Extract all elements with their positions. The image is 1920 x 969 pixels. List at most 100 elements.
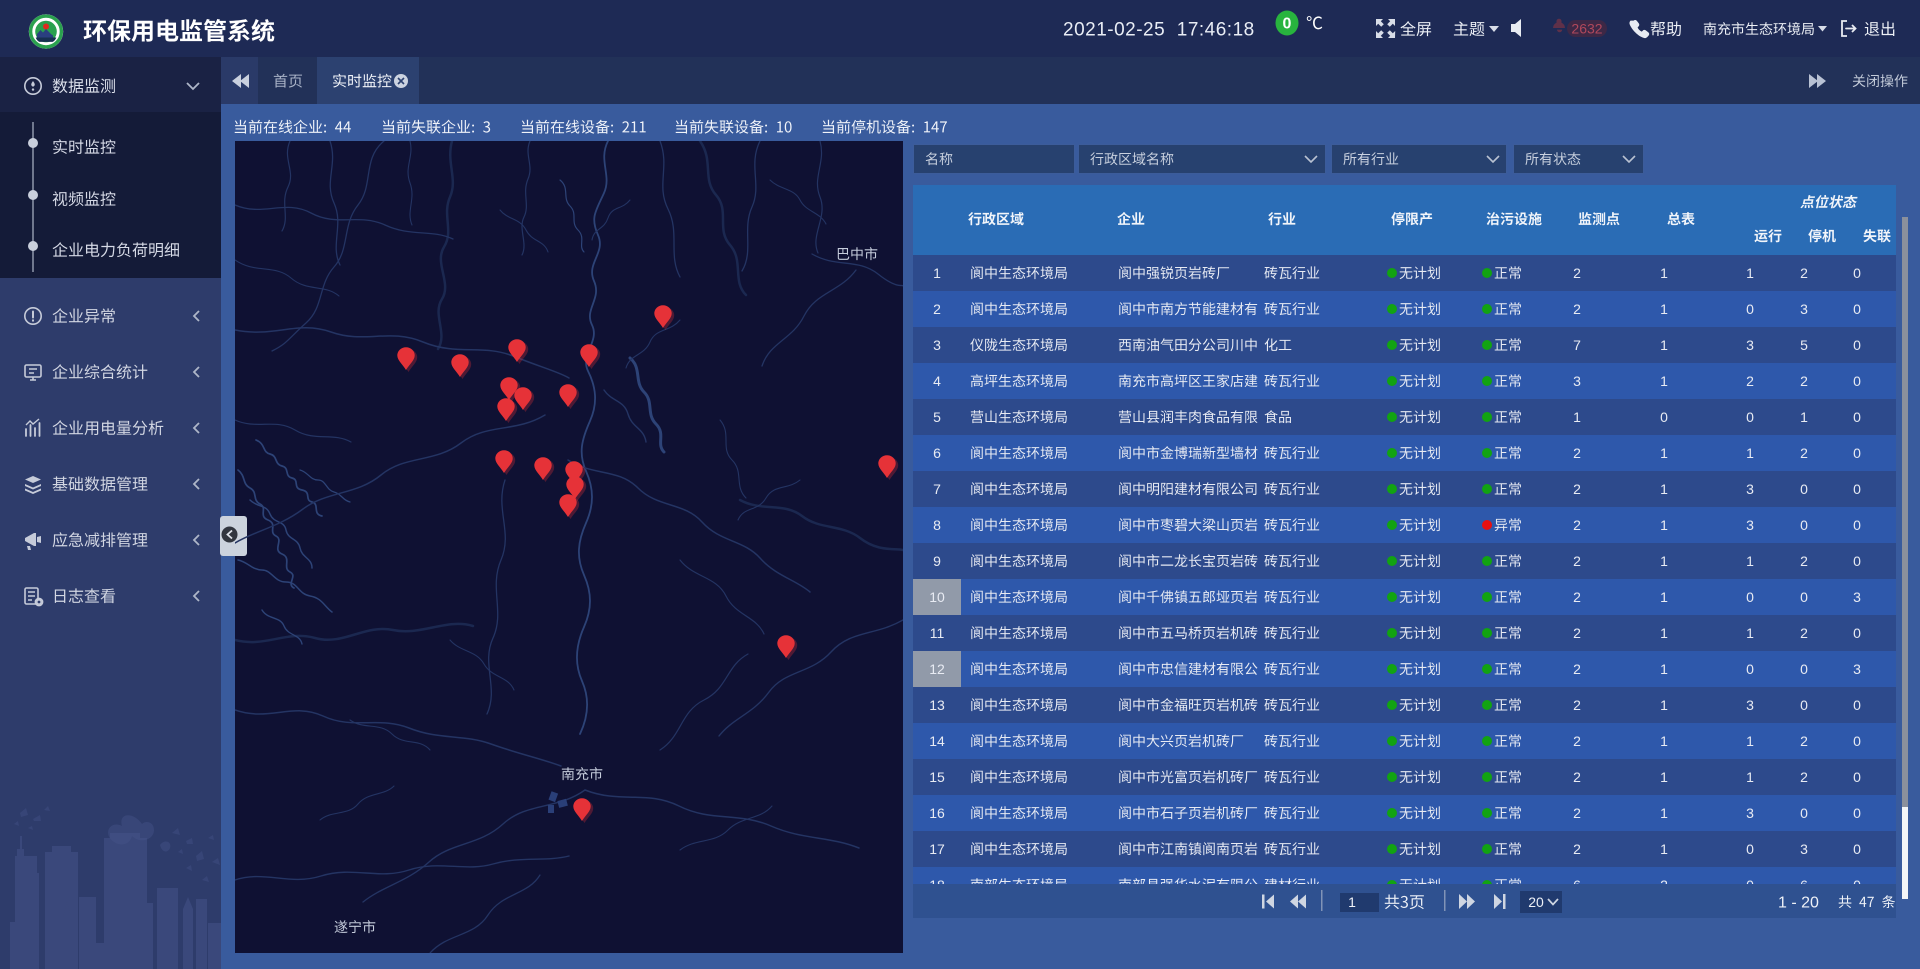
svg-text:1: 1 xyxy=(1660,805,1668,821)
svg-text:0: 0 xyxy=(1746,301,1754,317)
svg-text:1: 1 xyxy=(1746,625,1754,641)
svg-text:3: 3 xyxy=(1746,337,1754,353)
svg-text:0: 0 xyxy=(1853,373,1861,389)
svg-text:0: 0 xyxy=(1800,805,1808,821)
svg-text:2: 2 xyxy=(1573,625,1581,641)
svg-text:0: 0 xyxy=(1853,625,1861,641)
svg-text:1: 1 xyxy=(1746,553,1754,569)
svg-text:2: 2 xyxy=(1573,517,1581,533)
svg-text:2: 2 xyxy=(1573,769,1581,785)
svg-text:1: 1 xyxy=(1660,481,1668,497)
svg-text:16: 16 xyxy=(929,805,945,821)
svg-text:0: 0 xyxy=(1853,481,1861,497)
svg-text:2: 2 xyxy=(1800,373,1808,389)
svg-text:0: 0 xyxy=(1746,877,1754,893)
svg-text:1: 1 xyxy=(1660,697,1668,713)
svg-text:2: 2 xyxy=(1573,301,1581,317)
svg-text:12: 12 xyxy=(929,661,945,677)
svg-text:2: 2 xyxy=(1800,553,1808,569)
svg-text:1: 1 xyxy=(1660,517,1668,533)
svg-text:20: 20 xyxy=(1528,894,1544,910)
svg-text:0: 0 xyxy=(1800,697,1808,713)
svg-text:2: 2 xyxy=(1573,589,1581,605)
svg-text:2632: 2632 xyxy=(1571,20,1602,36)
svg-text:0: 0 xyxy=(1800,661,1808,677)
svg-text:1: 1 xyxy=(1660,265,1668,281)
svg-text:6: 6 xyxy=(933,445,941,461)
svg-text:2: 2 xyxy=(1800,769,1808,785)
svg-text:1: 1 xyxy=(1660,373,1668,389)
svg-text:0: 0 xyxy=(1283,16,1292,33)
svg-text:0: 0 xyxy=(1853,877,1861,893)
svg-text:0: 0 xyxy=(1746,841,1754,857)
svg-text:0: 0 xyxy=(1800,517,1808,533)
svg-text:2: 2 xyxy=(1573,841,1581,857)
svg-text:3: 3 xyxy=(1800,841,1808,857)
svg-text:3: 3 xyxy=(1800,301,1808,317)
svg-text:3: 3 xyxy=(933,337,941,353)
svg-text:2: 2 xyxy=(1573,661,1581,677)
svg-text:1: 1 xyxy=(1660,733,1668,749)
svg-text:3: 3 xyxy=(1573,373,1581,389)
svg-text:1: 1 xyxy=(1746,769,1754,785)
svg-text:1: 1 xyxy=(1348,894,1356,910)
svg-text:3: 3 xyxy=(1746,481,1754,497)
svg-text:2: 2 xyxy=(1573,697,1581,713)
svg-text:2: 2 xyxy=(1800,445,1808,461)
svg-text:2: 2 xyxy=(1800,733,1808,749)
svg-text:5: 5 xyxy=(933,409,941,425)
svg-text:1: 1 xyxy=(1746,445,1754,461)
svg-text:2: 2 xyxy=(1573,805,1581,821)
svg-text:2: 2 xyxy=(1573,265,1581,281)
svg-text:1 - 20: 1 - 20 xyxy=(1778,895,1819,912)
svg-text:2: 2 xyxy=(1573,733,1581,749)
svg-text:3: 3 xyxy=(1746,805,1754,821)
svg-text:1: 1 xyxy=(1573,409,1581,425)
svg-text:1: 1 xyxy=(1660,445,1668,461)
svg-text:0: 0 xyxy=(1853,517,1861,533)
svg-text:2: 2 xyxy=(1573,553,1581,569)
svg-text:0: 0 xyxy=(1853,301,1861,317)
svg-text:7: 7 xyxy=(933,481,941,497)
svg-text:0: 0 xyxy=(1853,409,1861,425)
svg-text:0: 0 xyxy=(1853,769,1861,785)
svg-text:0: 0 xyxy=(1853,805,1861,821)
svg-text:1: 1 xyxy=(1660,589,1668,605)
svg-text:17: 17 xyxy=(929,841,945,857)
svg-text:2: 2 xyxy=(1660,877,1668,893)
svg-text:6: 6 xyxy=(1573,877,1581,893)
svg-text:2: 2 xyxy=(1746,373,1754,389)
svg-text:8: 8 xyxy=(933,517,941,533)
svg-text:13: 13 xyxy=(929,697,945,713)
svg-text:1: 1 xyxy=(1660,301,1668,317)
svg-text:2: 2 xyxy=(1573,445,1581,461)
svg-text:2021-02-25 17:46:18: 2021-02-25 17:46:18 xyxy=(1063,20,1255,41)
svg-text:0: 0 xyxy=(1800,589,1808,605)
svg-text:3: 3 xyxy=(1853,661,1861,677)
svg-text:0: 0 xyxy=(1853,553,1861,569)
svg-text:15: 15 xyxy=(929,769,945,785)
svg-text:10: 10 xyxy=(929,589,945,605)
svg-text:2: 2 xyxy=(1800,625,1808,641)
svg-text:1: 1 xyxy=(1660,337,1668,353)
svg-text:2: 2 xyxy=(1573,481,1581,497)
svg-text:1: 1 xyxy=(933,265,941,281)
svg-text:0: 0 xyxy=(1853,265,1861,281)
svg-text:6: 6 xyxy=(1800,877,1808,893)
svg-text:0: 0 xyxy=(1853,337,1861,353)
svg-text:4: 4 xyxy=(933,373,941,389)
svg-text:0: 0 xyxy=(1853,733,1861,749)
svg-text:0: 0 xyxy=(1853,445,1861,461)
svg-text:1: 1 xyxy=(1660,625,1668,641)
svg-text:0: 0 xyxy=(1660,409,1668,425)
svg-text:1: 1 xyxy=(1660,841,1668,857)
svg-text:7: 7 xyxy=(1573,337,1581,353)
svg-text:3: 3 xyxy=(1853,589,1861,605)
svg-text:11: 11 xyxy=(930,625,945,641)
svg-text:5: 5 xyxy=(1800,337,1808,353)
svg-text:0: 0 xyxy=(1800,481,1808,497)
svg-text:1: 1 xyxy=(1660,769,1668,785)
svg-text:0: 0 xyxy=(1853,697,1861,713)
svg-text:1: 1 xyxy=(1660,661,1668,677)
svg-text:2: 2 xyxy=(1800,265,1808,281)
